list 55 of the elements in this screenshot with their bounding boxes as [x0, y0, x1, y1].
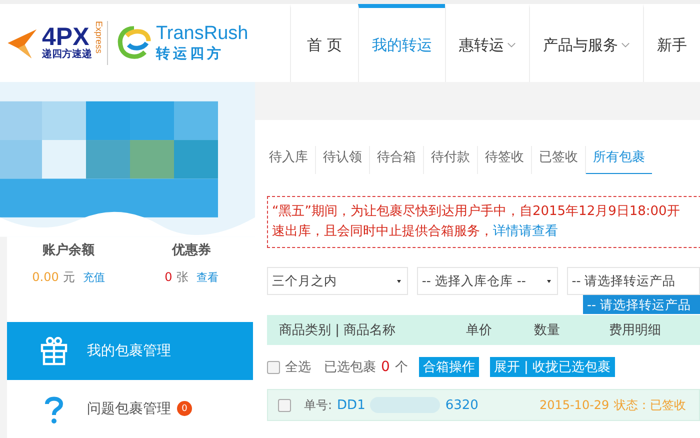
nav-item[interactable]: 新手 [643, 4, 700, 82]
coupon-label: 优惠券 [172, 242, 211, 259]
action-button[interactable]: 展开 | 收拢已选包裹 [490, 357, 615, 377]
caret-icon [546, 280, 551, 283]
select-field[interactable]: -- 选择入库仓库 -- [416, 267, 558, 295]
column-header: 费用明细 [609, 322, 662, 339]
notice-text: 速出库，且会同时中止提供合箱服务，详情请查看 [272, 223, 559, 241]
nav-item[interactable]: 产品与服务 [529, 4, 643, 82]
selected-label: 已选包裹 [324, 359, 376, 376]
column-header: 单价 [466, 322, 493, 339]
gift-icon [39, 336, 69, 366]
count-badge: 0 [177, 401, 192, 416]
order-number[interactable]: DD1 [337, 398, 366, 412]
count-unit: 个 [394, 359, 408, 376]
select-all-label: 全选 [285, 359, 311, 376]
order-number-label: 单号: [304, 396, 332, 414]
balance-label: 账户余额 [42, 242, 94, 259]
order-status: 状态：已签收 [614, 396, 686, 414]
order-number[interactable]: 6320 [445, 398, 478, 412]
tab[interactable]: 待合箱 [370, 146, 424, 174]
action-button[interactable]: 合箱操作 [418, 357, 479, 377]
nav-item[interactable]: 惠转运 [445, 4, 529, 82]
tab[interactable]: 待付款 [424, 146, 478, 174]
column-header: 商品类别 | 商品名称 [279, 322, 397, 339]
brand-tagline: Express [94, 21, 108, 65]
view-link[interactable]: 查看 [196, 270, 218, 285]
checkbox[interactable] [278, 398, 291, 412]
currency-unit: 元 [62, 268, 75, 286]
selected-count: 0 [381, 359, 390, 375]
recharge-link[interactable]: 充值 [82, 270, 105, 285]
select-field[interactable]: 三个月之内 [267, 267, 408, 295]
brand-subtitle: 递四方速递 [42, 49, 92, 61]
brand-subtitle: 转运四方 [156, 45, 225, 63]
details-link[interactable]: 详情请查看 [493, 224, 558, 239]
balance-value: 0.00 [32, 270, 59, 284]
notice-text: “黑五”期间，为让包裹尽快到达用户手中，自2015年12月9日18:00开 [272, 203, 681, 221]
column-header: 数量 [534, 322, 561, 339]
coupon-count: 0 [164, 270, 172, 284]
order-date: 2015-10-29 [539, 398, 610, 412]
nav-item[interactable]: 首 页 [290, 4, 358, 82]
select-field[interactable]: -- 请选择转运产品 [566, 267, 700, 295]
dropdown-option[interactable]: -- 请选择转运产品 [583, 295, 700, 314]
checkbox[interactable] [267, 360, 280, 374]
tab[interactable]: 待入库 [267, 146, 316, 174]
brand-name: TransRush [156, 23, 248, 45]
coupon-unit: 张 [176, 268, 188, 286]
tab[interactable]: 所有包裹 [586, 146, 652, 174]
sidebar-item[interactable]: 我的包裹管理 [7, 322, 253, 380]
nav-item[interactable]: 我的转运 [358, 4, 445, 82]
tab[interactable]: 待认领 [316, 146, 370, 174]
brand-name: 4PX [42, 25, 90, 49]
tab[interactable]: 已签收 [532, 146, 586, 174]
caret-icon [396, 280, 401, 283]
tab[interactable]: 待签收 [478, 146, 532, 174]
order-row[interactable]: 单号: DD1 6320 2015-10-29 状态：已签收 [267, 389, 700, 421]
